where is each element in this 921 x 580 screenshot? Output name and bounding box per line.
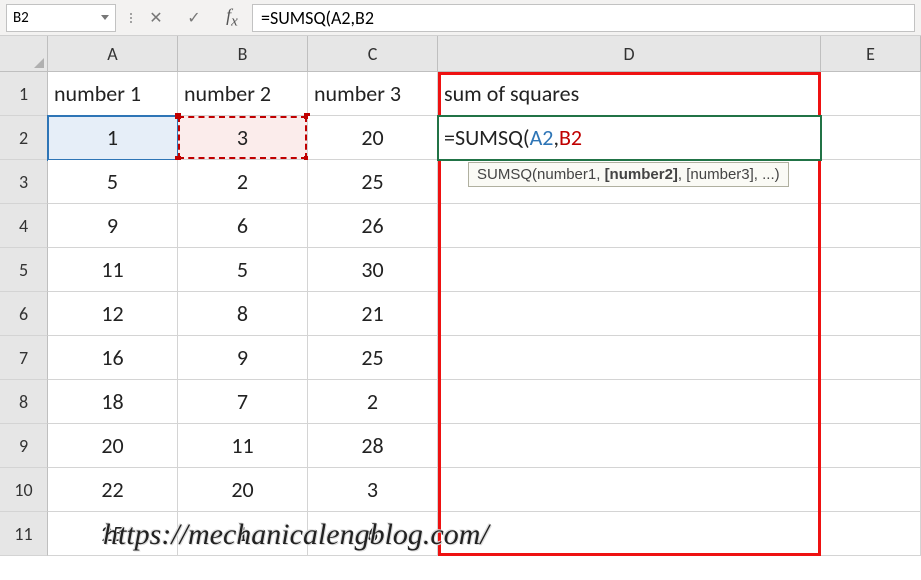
fx-icon[interactable]: fx [222, 5, 242, 31]
cell-A2[interactable]: 1 [48, 116, 178, 160]
cell-C3[interactable]: 25 [308, 160, 438, 204]
cell-B8[interactable]: 7 [178, 380, 308, 424]
cell-C11[interactable]: 6 [308, 512, 438, 556]
cell-C4[interactable]: 26 [308, 204, 438, 248]
cell-C8[interactable]: 2 [308, 380, 438, 424]
cell-E5[interactable] [821, 248, 921, 292]
cell-E11[interactable] [821, 512, 921, 556]
row-header-11[interactable]: 11 [0, 512, 48, 556]
cell-A3[interactable]: 5 [48, 160, 178, 204]
row-header-8[interactable]: 8 [0, 380, 48, 424]
cell-E4[interactable] [821, 204, 921, 248]
cell-C7[interactable]: 25 [308, 336, 438, 380]
cell-D1[interactable]: sum of squares [438, 72, 821, 116]
cell-B4[interactable]: 6 [178, 204, 308, 248]
column-headers: A B C D E [48, 36, 921, 72]
row-header-10[interactable]: 10 [0, 468, 48, 512]
cell-C9[interactable]: 28 [308, 424, 438, 468]
cell-E8[interactable] [821, 380, 921, 424]
col-header-B[interactable]: B [178, 36, 308, 72]
col-header-A[interactable]: A [48, 36, 178, 72]
cell-D8[interactable] [438, 380, 821, 424]
cells-body: number 1 number 2 number 3 sum of square… [48, 72, 921, 556]
function-arguments-tooltip[interactable]: SUMSQ(number1, [number2], [number3], ...… [468, 162, 789, 187]
cell-E7[interactable] [821, 336, 921, 380]
cell-C10[interactable]: 3 [308, 468, 438, 512]
name-box-dropdown-icon[interactable] [101, 15, 109, 20]
cell-B1[interactable]: number 2 [178, 72, 308, 116]
col-header-D[interactable]: D [438, 36, 821, 72]
spreadsheet-grid: 1 2 3 4 5 6 7 8 9 10 11 A B C D E number… [0, 36, 921, 580]
cell-D4[interactable] [438, 204, 821, 248]
cell-D5[interactable] [438, 248, 821, 292]
cell-A4[interactable]: 9 [48, 204, 178, 248]
cell-B5[interactable]: 5 [178, 248, 308, 292]
cell-A5[interactable]: 11 [48, 248, 178, 292]
cell-D9[interactable] [438, 424, 821, 468]
select-all-corner[interactable] [0, 36, 48, 72]
cell-A7[interactable]: 16 [48, 336, 178, 380]
row-header-3[interactable]: 3 [0, 160, 48, 204]
cell-A10[interactable]: 22 [48, 468, 178, 512]
name-box-value: B2 [13, 9, 29, 27]
row-header-7[interactable]: 7 [0, 336, 48, 380]
cell-E10[interactable] [821, 468, 921, 512]
cell-D6[interactable] [438, 292, 821, 336]
name-box[interactable]: B2 [6, 4, 116, 32]
row-header-2[interactable]: 2 [0, 116, 48, 160]
accept-formula-icon[interactable]: ✓ [184, 8, 204, 28]
cell-E9[interactable] [821, 424, 921, 468]
col-header-E[interactable]: E [821, 36, 921, 72]
cell-C5[interactable]: 30 [308, 248, 438, 292]
cell-A8[interactable]: 18 [48, 380, 178, 424]
cell-D7[interactable] [438, 336, 821, 380]
cell-B2-value: 3 [237, 124, 248, 151]
formula-input-text: =SUMSQ(A2,B2 [261, 7, 374, 29]
formula-input[interactable]: =SUMSQ(A2,B2 [252, 4, 915, 32]
cell-B2[interactable]: 3 [178, 116, 308, 160]
cell-D11[interactable] [438, 512, 821, 556]
cell-B6[interactable]: 8 [178, 292, 308, 336]
row-header-4[interactable]: 4 [0, 204, 48, 248]
formula-bar-buttons: ✕ ✓ fx [146, 5, 242, 31]
cell-E3[interactable] [821, 160, 921, 204]
cancel-formula-icon[interactable]: ✕ [146, 8, 166, 28]
cell-B9[interactable]: 11 [178, 424, 308, 468]
row-header-9[interactable]: 9 [0, 424, 48, 468]
cell-B7[interactable]: 9 [178, 336, 308, 380]
row-header-6[interactable]: 6 [0, 292, 48, 336]
divider-icon [126, 13, 136, 23]
row-header-column: 1 2 3 4 5 6 7 8 9 10 11 [0, 36, 48, 580]
row-header-5[interactable]: 5 [0, 248, 48, 292]
cell-C1[interactable]: number 3 [308, 72, 438, 116]
cell-B3[interactable]: 2 [178, 160, 308, 204]
cell-A9[interactable]: 20 [48, 424, 178, 468]
cell-A6[interactable]: 12 [48, 292, 178, 336]
cell-D2[interactable]: =SUMSQ(A2,B2 SUMSQ(number1, [number2], [… [438, 116, 821, 160]
cell-D10[interactable] [438, 468, 821, 512]
cell-E6[interactable] [821, 292, 921, 336]
editing-formula-text: =SUMSQ(A2,B2 [444, 124, 582, 151]
cell-B10[interactable]: 20 [178, 468, 308, 512]
cell-A1[interactable]: number 1 [48, 72, 178, 116]
cell-B11[interactable]: 1 [178, 512, 308, 556]
marching-ants-corner [175, 113, 181, 119]
col-header-C[interactable]: C [308, 36, 438, 72]
cell-C6[interactable]: 21 [308, 292, 438, 336]
formula-bar: B2 ✕ ✓ fx =SUMSQ(A2,B2 [0, 0, 921, 36]
cell-E2[interactable] [821, 116, 921, 160]
cell-C2[interactable]: 20 [308, 116, 438, 160]
cell-E1[interactable] [821, 72, 921, 116]
main-cells-area: A B C D E number 1 number 2 number 3 sum… [48, 36, 921, 580]
row-header-1[interactable]: 1 [0, 72, 48, 116]
cell-A11[interactable]: 25 [48, 512, 178, 556]
